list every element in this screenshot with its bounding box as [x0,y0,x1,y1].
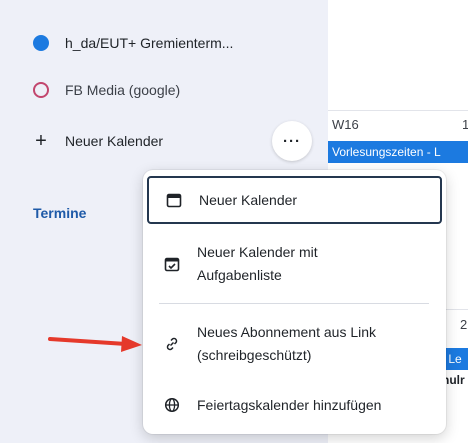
menu-item-label: Neues Abonnement aus Link (schreibgeschü… [197,324,377,363]
menu-item-add-holiday-calendar[interactable]: Feiertagskalender hinzufügen [147,382,442,428]
day-number: 2 [460,317,468,332]
calendar-color-dot-icon [33,35,49,51]
week-number: W16 [332,117,359,132]
plus-icon: + [35,130,47,152]
more-options-icon: ··· [283,132,301,150]
menu-separator [159,303,429,304]
globe-icon [163,396,181,414]
calendar-color-ring-icon [33,82,49,98]
menu-item-label: Neuer Kalender [199,191,298,208]
menu-item-label: Neuer Kalender mit Aufgabenliste [197,244,318,283]
more-options-button[interactable]: ··· [272,121,312,161]
calendar-item-label: FB Media (google) [65,82,181,98]
menu-item-subscribe-link[interactable]: Neues Abonnement aus Link (schreibgeschü… [147,314,442,374]
calendar-item-label: h_da/EUT+ Gremienterm... [65,35,234,51]
new-calendar-menu: Neuer Kalender Neuer Kalender mit Aufgab… [143,170,446,434]
calendar-icon [165,191,183,209]
section-title-termine[interactable]: Termine [33,205,86,221]
calendar-item-gremientermine[interactable]: h_da/EUT+ Gremienterm... [33,32,233,54]
menu-item-new-calendar[interactable]: Neuer Kalender [147,176,442,224]
new-calendar-button[interactable]: + Neuer Kalender [33,130,163,152]
link-icon [163,335,181,353]
menu-item-label: Feiertagskalender hinzufügen [197,396,382,413]
calendar-check-icon [163,255,181,273]
calendar-item-fb-media[interactable]: FB Media (google) [33,79,180,101]
calendar-event[interactable]: Vorlesungszeiten - L [328,141,468,163]
red-arrow-icon [48,336,142,352]
day-number: 1 [462,117,468,132]
menu-item-new-calendar-with-tasks[interactable]: Neuer Kalender mit Aufgabenliste [147,234,442,294]
new-calendar-label: Neuer Kalender [65,133,164,149]
